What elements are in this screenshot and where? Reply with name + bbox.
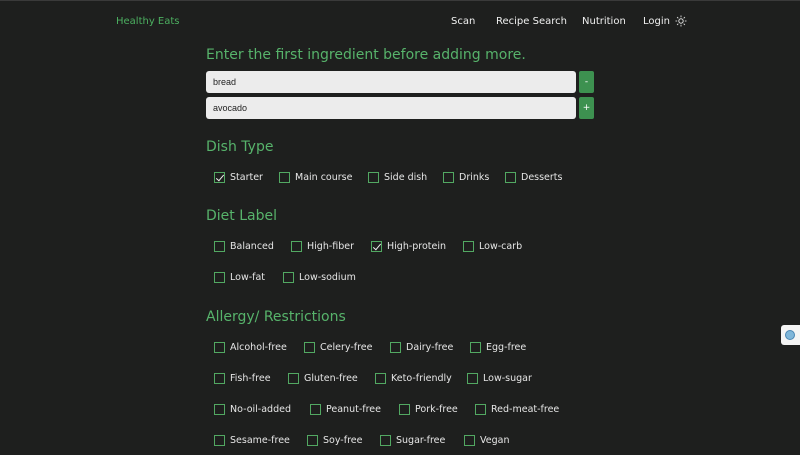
checkbox[interactable] xyxy=(291,241,302,252)
checkbox[interactable] xyxy=(399,404,410,415)
checkbox[interactable] xyxy=(283,272,294,283)
ingredient-input-1[interactable] xyxy=(206,71,576,93)
option-label: Desserts xyxy=(521,172,563,183)
dish-option-main-course[interactable]: Main course xyxy=(279,172,352,183)
checkbox[interactable] xyxy=(310,404,321,415)
checkbox[interactable] xyxy=(214,272,225,283)
allergy-option-dairy-free[interactable]: Dairy-free xyxy=(390,342,453,353)
option-label: Pork-free xyxy=(415,404,458,415)
option-label: Dairy-free xyxy=(406,342,454,353)
option-label: Vegan xyxy=(480,435,510,446)
dish-option-side-dish[interactable]: Side dish xyxy=(368,172,427,183)
widget-icon xyxy=(785,330,795,340)
allergy-option-peanut-free[interactable]: Peanut-free xyxy=(310,404,381,415)
diet-option-low-fat[interactable]: Low-fat xyxy=(214,272,265,283)
diet-option-high-protein[interactable]: High-protein xyxy=(371,241,446,252)
option-label: Gluten-free xyxy=(304,373,358,384)
option-label: Sugar-free xyxy=(396,435,446,446)
checkbox[interactable] xyxy=(475,404,486,415)
dish-option-drinks[interactable]: Drinks xyxy=(443,172,489,183)
allergy-option-soy-free[interactable]: Soy-free xyxy=(307,435,362,446)
checkbox[interactable] xyxy=(214,172,225,183)
checkbox[interactable] xyxy=(467,373,478,384)
floating-widget-button[interactable] xyxy=(781,325,800,345)
option-label: High-protein xyxy=(387,241,447,252)
checkbox[interactable] xyxy=(214,373,225,384)
option-label: Peanut-free xyxy=(326,404,381,415)
allergy-option-fish-free[interactable]: Fish-free xyxy=(214,373,271,384)
checkbox[interactable] xyxy=(288,373,299,384)
checkbox[interactable] xyxy=(463,241,474,252)
option-label: Sesame-free xyxy=(230,435,290,446)
diet-option-low-sodium[interactable]: Low-sodium xyxy=(283,272,356,283)
option-label: Low-fat xyxy=(230,272,266,283)
checkbox[interactable] xyxy=(214,241,225,252)
nav-recipe-search[interactable]: Recipe Search xyxy=(496,16,567,27)
option-label: Keto-friendly xyxy=(391,373,452,384)
allergy-option-celery-free[interactable]: Celery-free xyxy=(304,342,372,353)
ingredient-prompt: Enter the first ingredient before adding… xyxy=(206,47,526,63)
checkbox[interactable] xyxy=(464,435,475,446)
checkbox[interactable] xyxy=(368,172,379,183)
checkbox[interactable] xyxy=(470,342,481,353)
nav-scan[interactable]: Scan xyxy=(451,16,475,27)
allergy-option-sugar-free[interactable]: Sugar-free xyxy=(380,435,445,446)
option-label: Low-sodium xyxy=(299,272,356,283)
nav-login[interactable]: Login xyxy=(643,16,670,27)
allergy-title: Allergy/ Restrictions xyxy=(206,309,346,325)
checkbox[interactable] xyxy=(214,435,225,446)
checkbox[interactable] xyxy=(505,172,516,183)
checkbox[interactable] xyxy=(214,342,225,353)
option-label: Low-sugar xyxy=(483,373,532,384)
option-label: Egg-free xyxy=(486,342,527,353)
checkbox[interactable] xyxy=(214,404,225,415)
allergy-option-pork-free[interactable]: Pork-free xyxy=(399,404,458,415)
checkbox[interactable] xyxy=(390,342,401,353)
checkbox[interactable] xyxy=(279,172,290,183)
remove-ingredient-button[interactable]: - xyxy=(579,71,594,93)
option-label: Starter xyxy=(230,172,263,183)
ingredient-input-2[interactable] xyxy=(206,97,576,119)
dish-option-starter[interactable]: Starter xyxy=(214,172,263,183)
option-label: Alcohol-free xyxy=(230,342,287,353)
option-label: Soy-free xyxy=(323,435,363,446)
checkbox[interactable] xyxy=(304,342,315,353)
checkbox[interactable] xyxy=(443,172,454,183)
diet-option-high-fiber[interactable]: High-fiber xyxy=(291,241,354,252)
option-label: Drinks xyxy=(459,172,490,183)
allergy-option-egg-free[interactable]: Egg-free xyxy=(470,342,526,353)
diet-option-low-carb[interactable]: Low-carb xyxy=(463,241,522,252)
brand-logo[interactable]: Healthy Eats xyxy=(116,16,180,27)
allergy-option-no-oil-added[interactable]: No-oil-added xyxy=(214,404,291,415)
allergy-option-low-sugar[interactable]: Low-sugar xyxy=(467,373,532,384)
option-label: Main course xyxy=(295,172,353,183)
checkbox[interactable] xyxy=(375,373,386,384)
option-label: High-fiber xyxy=(307,241,355,252)
diet-option-balanced[interactable]: Balanced xyxy=(214,241,274,252)
allergy-option-alcohol-free[interactable]: Alcohol-free xyxy=(214,342,287,353)
allergy-option-red-meat-free[interactable]: Red-meat-free xyxy=(475,404,559,415)
dish-type-title: Dish Type xyxy=(206,139,274,155)
nav-nutrition[interactable]: Nutrition xyxy=(582,16,626,27)
checkbox[interactable] xyxy=(307,435,318,446)
option-label: Balanced xyxy=(230,241,274,252)
allergy-option-keto-friendly[interactable]: Keto-friendly xyxy=(375,373,452,384)
option-label: No-oil-added xyxy=(230,404,291,415)
dish-option-desserts[interactable]: Desserts xyxy=(505,172,562,183)
option-label: Celery-free xyxy=(320,342,373,353)
option-label: Low-carb xyxy=(479,241,523,252)
allergy-option-gluten-free[interactable]: Gluten-free xyxy=(288,373,358,384)
allergy-option-sesame-free[interactable]: Sesame-free xyxy=(214,435,290,446)
add-ingredient-button[interactable]: + xyxy=(579,97,594,119)
allergy-option-vegan[interactable]: Vegan xyxy=(464,435,509,446)
option-label: Red-meat-free xyxy=(491,404,560,415)
checkbox[interactable] xyxy=(371,241,382,252)
top-border xyxy=(0,0,800,1)
option-label: Fish-free xyxy=(230,373,271,384)
option-label: Side dish xyxy=(384,172,428,183)
checkbox[interactable] xyxy=(380,435,391,446)
diet-label-title: Diet Label xyxy=(206,208,277,224)
sun-icon[interactable] xyxy=(675,15,687,27)
